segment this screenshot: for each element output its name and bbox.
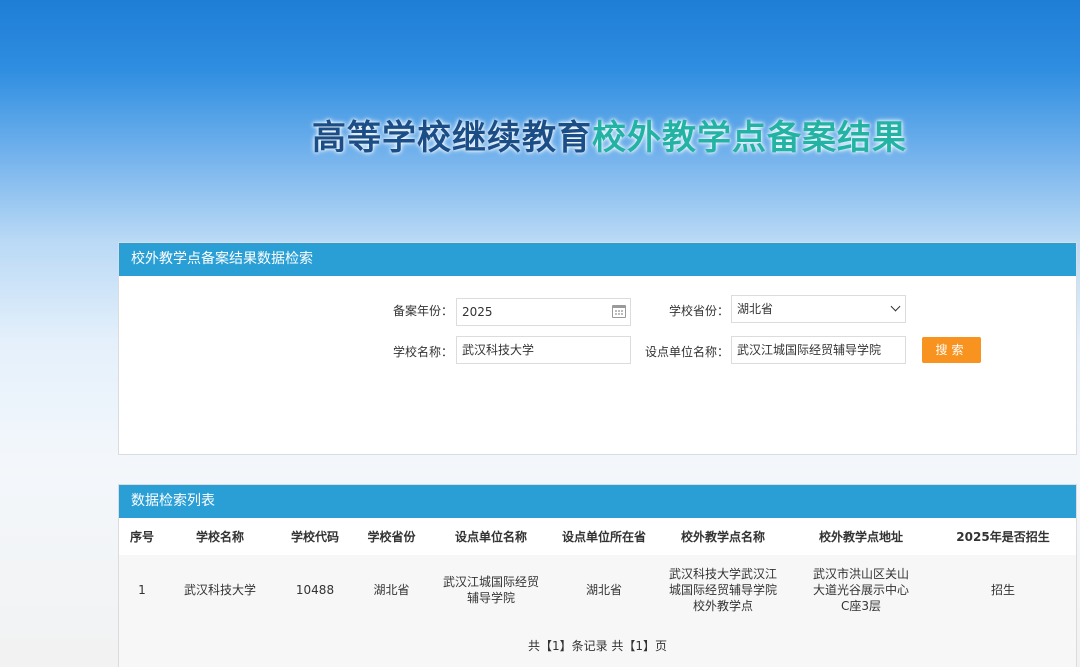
unit-name-input[interactable]: 武汉江城国际经贸辅导学院 [731, 336, 906, 364]
cell-unit-province: 湖北省 [554, 555, 654, 624]
cell-enrolling: 招生 [930, 555, 1076, 624]
results-panel: 数据检索列表 序号 学校名称 学校代码 学校省份 设点单位名称 设点单位所在省 … [118, 484, 1077, 667]
cell-province: 湖北省 [355, 555, 428, 624]
results-panel-header: 数据检索列表 [119, 485, 1076, 518]
school-name-value: 武汉科技大学 [462, 343, 535, 357]
table-header-row: 序号 学校名称 学校代码 学校省份 设点单位名称 设点单位所在省 校外教学点名称… [119, 518, 1076, 555]
column-header: 设点单位所在省 [554, 518, 654, 555]
column-header: 学校代码 [275, 518, 355, 555]
cell-school: 武汉科技大学 [165, 555, 275, 624]
cell-index: 1 [119, 555, 165, 624]
search-panel-header: 校外教学点备案结果数据检索 [119, 243, 1076, 276]
cell-site-name: 武汉科技大学武汉江城国际经贸辅导学院校外教学点 [654, 555, 792, 624]
province-label: 学校省份： [668, 304, 729, 318]
cell-site-address: 武汉市洪山区关山大道光谷展示中心C座3层 [792, 555, 930, 624]
column-header: 学校省份 [355, 518, 428, 555]
column-header: 学校名称 [165, 518, 275, 555]
year-field[interactable]: 2025 [456, 298, 631, 326]
page-title: 高等学校继续教育校外教学点备案结果 [312, 110, 907, 159]
column-header: 校外教学点地址 [792, 518, 930, 555]
page-title-highlight: 校外教学点备案结果 [592, 118, 907, 158]
results-table: 序号 学校名称 学校代码 学校省份 设点单位名称 设点单位所在省 校外教学点名称… [119, 518, 1076, 624]
year-value: 2025 [462, 305, 493, 319]
school-label: 学校名称： [392, 345, 453, 359]
province-select[interactable]: 湖北省 [731, 295, 906, 323]
calendar-icon[interactable] [612, 305, 626, 318]
pagination-info: 共【1】条记录 共【1】页 [119, 624, 1076, 667]
unit-name-value: 武汉江城国际经贸辅导学院 [737, 343, 882, 357]
column-header: 设点单位名称 [428, 518, 554, 555]
province-value: 湖北省 [737, 302, 774, 316]
column-header: 2025年是否招生 [930, 518, 1076, 555]
column-header: 校外教学点名称 [654, 518, 792, 555]
cell-unit: 武汉江城国际经贸辅导学院 [428, 555, 554, 624]
chevron-down-icon [890, 301, 901, 312]
search-panel: 校外教学点备案结果数据检索 备案年份： 2025 学校省份： 湖北省 学校名称：… [118, 242, 1077, 455]
year-label: 备案年份： [392, 304, 453, 318]
unit-label: 设点单位名称： [644, 345, 729, 359]
cell-code: 10488 [275, 555, 355, 624]
column-header: 序号 [119, 518, 165, 555]
page-title-main: 高等学校继续教育 [312, 118, 592, 158]
school-name-input[interactable]: 武汉科技大学 [456, 336, 631, 364]
search-button[interactable]: 搜索 [922, 337, 981, 363]
table-row: 1 武汉科技大学 10488 湖北省 武汉江城国际经贸辅导学院 湖北省 武汉科技… [119, 555, 1076, 624]
